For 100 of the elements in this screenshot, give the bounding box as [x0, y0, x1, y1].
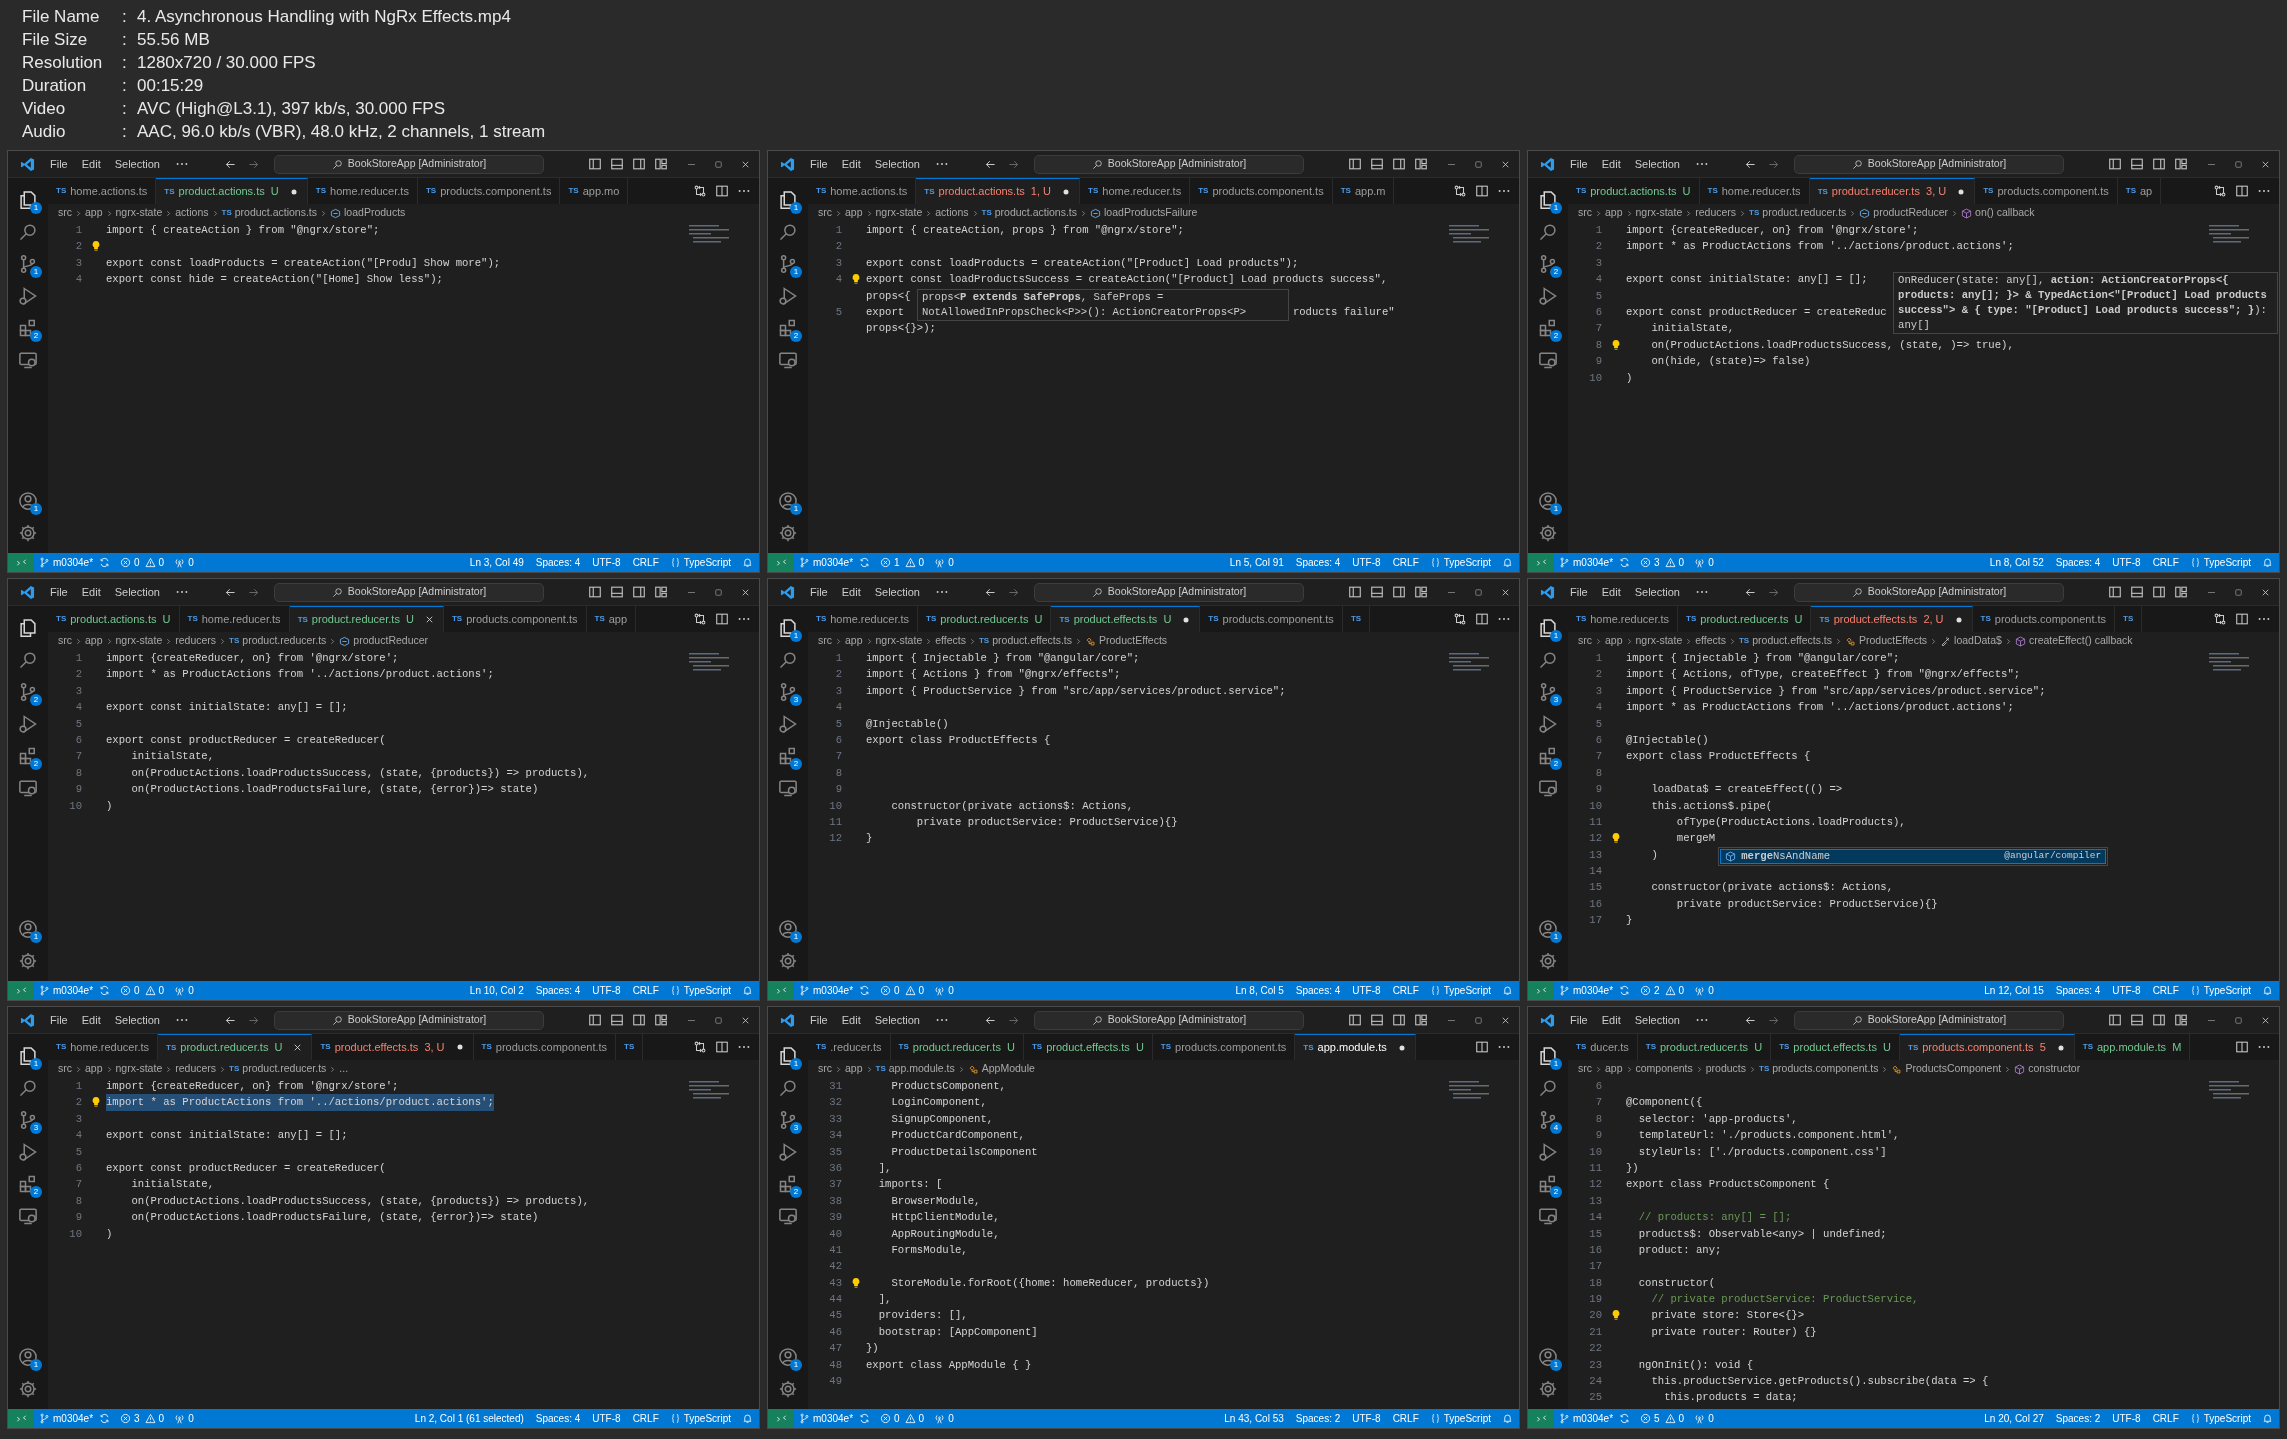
- ports-status[interactable]: 0: [1689, 981, 1719, 1000]
- breadcrumb-item[interactable]: app: [85, 1061, 103, 1077]
- menu-item[interactable]: Selection: [107, 1010, 167, 1030]
- maximize-icon[interactable]: [1473, 158, 1484, 170]
- layout-icon[interactable]: [1414, 1013, 1428, 1027]
- layout-icon[interactable]: [2130, 585, 2144, 599]
- explorer-icon[interactable]: [18, 618, 38, 638]
- extensions-icon[interactable]: [778, 318, 798, 338]
- menu-item[interactable]: Edit: [1594, 1010, 1628, 1030]
- lightbulb-icon[interactable]: [90, 240, 102, 253]
- breadcrumb-item[interactable]: app: [845, 1061, 863, 1077]
- notifications-icon[interactable]: [742, 557, 753, 568]
- problems-status[interactable]: 3 0: [1635, 553, 1690, 572]
- line-ending[interactable]: CRLF: [626, 555, 665, 570]
- lightbulb-icon[interactable]: [850, 273, 862, 286]
- editor-tab[interactable]: TS products.component.ts 5: [1900, 1034, 2075, 1060]
- run-debug-icon[interactable]: [18, 286, 38, 306]
- indentation[interactable]: Spaces: 2: [2049, 1411, 2107, 1426]
- compare-changes-icon[interactable]: [2213, 612, 2227, 626]
- maximize-icon[interactable]: [1473, 586, 1484, 598]
- menu-item[interactable]: Edit: [834, 1010, 868, 1030]
- ports-status[interactable]: 0: [169, 981, 199, 1000]
- breadcrumb-item[interactable]: app: [85, 205, 103, 221]
- breadcrumb-item[interactable]: app: [1605, 633, 1623, 649]
- command-center-search[interactable]: BookStoreApp [Administrator]: [1033, 582, 1304, 602]
- breadcrumb-item[interactable]: src: [818, 633, 832, 649]
- layout-icon[interactable]: [2130, 1013, 2144, 1027]
- problems-status[interactable]: 3 0: [115, 1409, 170, 1428]
- indentation[interactable]: Spaces: 4: [529, 1411, 587, 1426]
- breadcrumb-item[interactable]: TS product.effects.ts: [978, 633, 1072, 649]
- menu-item[interactable]: Edit: [1594, 154, 1628, 174]
- compare-changes-icon[interactable]: [693, 184, 707, 198]
- braces-status[interactable]: TypeScript: [664, 981, 736, 1000]
- breadcrumb-item[interactable]: src: [1578, 633, 1592, 649]
- explorer-icon[interactable]: [18, 190, 38, 210]
- layout-icon[interactable]: [654, 585, 668, 599]
- explorer-icon[interactable]: [1538, 190, 1558, 210]
- menu-item[interactable]: File: [803, 154, 835, 174]
- menu-item[interactable]: Selection: [1627, 154, 1687, 174]
- indentation[interactable]: Spaces: 4: [2049, 983, 2107, 998]
- split-editor-icon[interactable]: [1475, 184, 1489, 198]
- account-icon[interactable]: [1538, 491, 1558, 511]
- breadcrumb-item[interactable]: constructor: [2014, 1061, 2081, 1077]
- settings-icon[interactable]: [18, 523, 38, 543]
- breadcrumb-item[interactable]: src: [58, 205, 72, 221]
- compare-changes-icon[interactable]: [693, 612, 707, 626]
- encoding[interactable]: UTF-8: [2106, 983, 2147, 998]
- cursor-position[interactable]: Ln 43, Col 53: [1218, 1411, 1290, 1426]
- breadcrumb-item[interactable]: TS product.reducer.ts: [229, 633, 327, 649]
- ports-status[interactable]: 0: [929, 1409, 959, 1428]
- layout-icon[interactable]: [2174, 157, 2188, 171]
- line-ending[interactable]: CRLF: [1386, 555, 1425, 570]
- split-editor-icon[interactable]: [715, 1040, 729, 1054]
- ports-status[interactable]: 0: [169, 1409, 199, 1428]
- breadcrumb-item[interactable]: ProductsComponent: [1891, 1061, 2002, 1077]
- problems-status[interactable]: 5 0: [1635, 1409, 1690, 1428]
- branch-status[interactable]: m0304e*: [1554, 1409, 1636, 1428]
- layout-icon[interactable]: [1392, 585, 1406, 599]
- breadcrumb-item[interactable]: productReducer: [339, 633, 429, 649]
- extensions-icon[interactable]: [778, 746, 798, 766]
- extensions-icon[interactable]: [1538, 746, 1558, 766]
- menu-item[interactable]: Edit: [74, 1010, 108, 1030]
- split-editor-icon[interactable]: [715, 184, 729, 198]
- branch-status[interactable]: m0304e*: [794, 981, 876, 1000]
- maximize-icon[interactable]: [713, 586, 724, 598]
- split-editor-icon[interactable]: [1475, 612, 1489, 626]
- editor-tab[interactable]: TS product.effects.ts U: [1051, 606, 1201, 632]
- search-icon[interactable]: [778, 650, 798, 670]
- remote-explorer-icon[interactable]: [778, 778, 798, 798]
- menu-item[interactable]: Selection: [867, 1010, 927, 1030]
- extensions-icon[interactable]: [18, 746, 38, 766]
- split-editor-icon[interactable]: [2235, 184, 2249, 198]
- ports-status[interactable]: 0: [169, 553, 199, 572]
- indentation[interactable]: Spaces: 4: [2049, 555, 2107, 570]
- branch-status[interactable]: m0304e*: [794, 553, 876, 572]
- breadcrumb-item[interactable]: createEffect() callback: [2014, 633, 2133, 649]
- extensions-icon[interactable]: [18, 1174, 38, 1194]
- problems-status[interactable]: 1 0: [875, 553, 930, 572]
- breadcrumb-item[interactable]: productReducer: [1859, 205, 1949, 221]
- extensions-icon[interactable]: [1538, 318, 1558, 338]
- menu-item[interactable]: Edit: [74, 154, 108, 174]
- command-center-search[interactable]: BookStoreApp [Administrator]: [273, 582, 544, 602]
- line-ending[interactable]: CRLF: [1386, 1411, 1425, 1426]
- layout-icon[interactable]: [632, 1013, 646, 1027]
- braces-status[interactable]: TypeScript: [664, 553, 736, 572]
- maximize-icon[interactable]: [1473, 1014, 1484, 1026]
- source-control-icon[interactable]: [1538, 682, 1558, 702]
- command-center-search[interactable]: BookStoreApp [Administrator]: [1793, 1010, 2064, 1030]
- search-icon[interactable]: [18, 1078, 38, 1098]
- maximize-icon[interactable]: [2233, 158, 2244, 170]
- menu-item[interactable]: File: [1563, 154, 1595, 174]
- indentation[interactable]: Spaces: 4: [529, 983, 587, 998]
- menu-item[interactable]: Edit: [834, 154, 868, 174]
- lightbulb-icon[interactable]: [1610, 832, 1622, 845]
- cursor-position[interactable]: Ln 8, Col 52: [1983, 555, 2050, 570]
- explorer-icon[interactable]: [18, 1046, 38, 1066]
- encoding[interactable]: UTF-8: [1346, 555, 1387, 570]
- layout-icon[interactable]: [610, 157, 624, 171]
- settings-icon[interactable]: [1538, 523, 1558, 543]
- breadcrumb-item[interactable]: ngrx-state: [115, 205, 163, 221]
